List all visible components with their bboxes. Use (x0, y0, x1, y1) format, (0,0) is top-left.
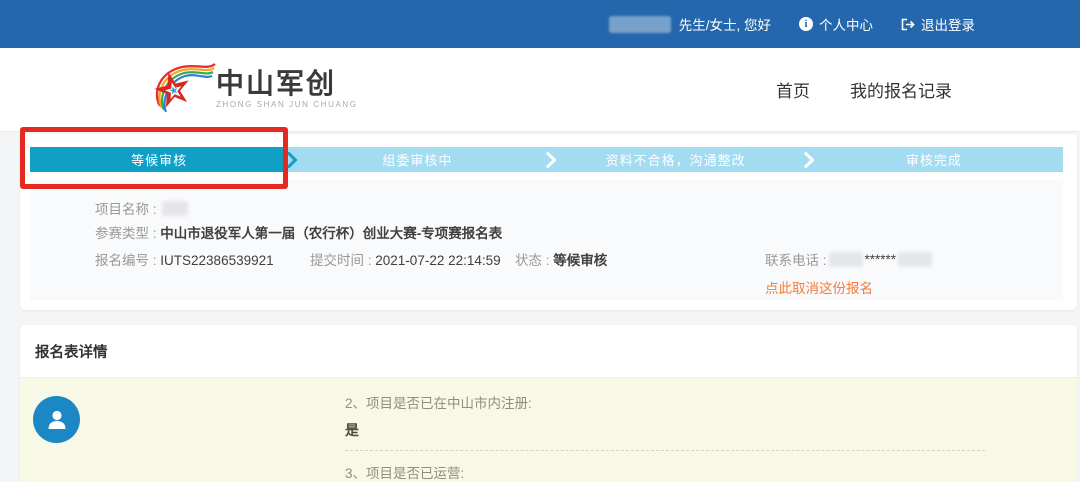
registration-number-value: IUTS22386539921 (160, 253, 273, 268)
greeting-text: 先生/女士, 您好 (679, 14, 771, 34)
redacted-project-name (162, 201, 188, 216)
competition-type-value: 中山市退役军人第一届（农行杯）创业大赛-专项赛报名表 (160, 226, 502, 241)
registration-summary: 项目名称 : 参赛类型 : 中山市退役军人第一届（农行杯）创业大赛-专项赛报名表… (30, 180, 1063, 300)
qa-item: 3、项目是否已运营: 是 (345, 450, 985, 482)
submit-time-value: 2021-07-22 22:14:59 (375, 253, 500, 268)
user-avatar-icon (33, 396, 80, 443)
logo-title: 中山军创 (216, 69, 358, 99)
status-label: 状态 : (515, 253, 550, 268)
answer-text: 是 (345, 420, 985, 440)
redacted-phone-prefix (829, 252, 863, 267)
competition-type-label: 参赛类型 : (95, 226, 157, 241)
contact-phone-masked: ****** (865, 252, 897, 267)
site-logo[interactable]: ★ ★ ★ 中山军创 ZHONG SHAN JUN CHUANG (150, 58, 358, 120)
question-text: 3、项目是否已运营: (345, 462, 985, 482)
site-header: ★ ★ ★ 中山军创 ZHONG SHAN JUN CHUANG 首页 我的报名… (0, 48, 1080, 132)
page: 先生/女士, 您好 i 个人中心 退出登录 ★ ★ (0, 0, 1080, 482)
details-card: 报名表详情 2、项目是否已在中山市内注册: 是 3、项目是否已运营: 是 (20, 325, 1077, 482)
details-body: 2、项目是否已在中山市内注册: 是 3、项目是否已运营: 是 (20, 378, 1077, 482)
status-value: 等候审核 (553, 253, 607, 268)
logout-label: 退出登录 (921, 14, 975, 34)
project-name-row: 项目名称 : (95, 198, 188, 218)
logo-subtitle: ZHONG SHAN JUN CHUANG (216, 100, 358, 109)
cancel-registration-link[interactable]: 点此取消这份报名 (765, 277, 873, 297)
topbar: 先生/女士, 您好 i 个人中心 退出登录 (0, 0, 1080, 48)
step-materials-rectify[interactable]: 资料不合格，沟通整改 (547, 147, 805, 172)
competition-type-row: 参赛类型 : 中山市退役军人第一届（农行杯）创业大赛-专项赛报名表 (95, 222, 502, 242)
logo-star-core: ★ (168, 85, 180, 98)
redacted-phone-suffix (898, 252, 932, 267)
main-nav: 首页 我的报名记录 (776, 48, 952, 131)
logo-text: 中山军创 ZHONG SHAN JUN CHUANG (216, 69, 358, 109)
logout-link[interactable]: 退出登录 (901, 14, 975, 34)
nav-my-registrations[interactable]: 我的报名记录 (850, 77, 952, 102)
qa-item: 2、项目是否已在中山市内注册: 是 (345, 381, 985, 450)
info-icon: i (799, 17, 813, 31)
nav-home[interactable]: 首页 (776, 77, 810, 102)
logout-icon (901, 18, 915, 31)
project-name-label: 项目名称 : (95, 198, 157, 218)
personal-center-label: 个人中心 (819, 14, 873, 34)
redacted-username (609, 16, 671, 33)
logo-star-icon: ★ ★ ★ (150, 58, 220, 120)
step-committee-reviewing[interactable]: 组委审核中 (288, 147, 546, 172)
qa-list: 2、项目是否已在中山市内注册: 是 3、项目是否已运营: 是 (345, 378, 985, 482)
contact-phone-label: 联系电话 : (765, 249, 827, 269)
contact-phone-row: 联系电话 : ****** (765, 249, 932, 269)
greeting-label: 先生/女士, 您好 (679, 14, 771, 34)
details-section-title: 报名表详情 (20, 325, 1077, 378)
annotation-highlight-box (20, 127, 288, 189)
question-text: 2、项目是否已在中山市内注册: (345, 392, 985, 412)
step-review-complete[interactable]: 审核完成 (805, 147, 1063, 172)
registration-meta-row: 报名编号 : IUTS22386539921 提交时间 : 2021-07-22… (95, 249, 735, 269)
registration-number-label: 报名编号 : (95, 253, 157, 268)
submit-time-label: 提交时间 : (310, 253, 372, 268)
personal-center-link[interactable]: i 个人中心 (799, 14, 873, 34)
